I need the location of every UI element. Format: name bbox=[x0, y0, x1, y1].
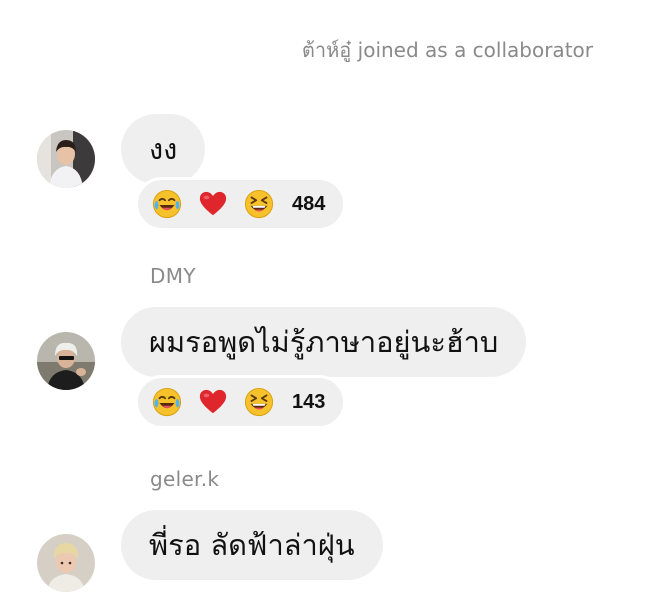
reactions-bar-2[interactable]: 143 bbox=[135, 375, 347, 429]
laughing-tears-emoji-icon bbox=[152, 189, 182, 219]
collaborator-joined-notice: ต้าห์อู๋ joined as a collaborator bbox=[301, 38, 593, 62]
red-heart-emoji-icon bbox=[198, 387, 228, 417]
comment-text-1: งง bbox=[149, 132, 178, 166]
user-avatar-3[interactable] bbox=[37, 534, 95, 592]
user-avatar-2[interactable] bbox=[37, 332, 95, 390]
comment-text-2: ผมรอพูดไม่รู้ภาษาอยู่นะฮ้าบ bbox=[149, 325, 499, 359]
reaction-count-2: 143 bbox=[292, 390, 326, 413]
red-heart-emoji-icon bbox=[198, 189, 228, 219]
sender-name-2: DMY bbox=[150, 264, 196, 288]
grinning-squinting-emoji-icon bbox=[244, 189, 274, 219]
user-avatar-1[interactable] bbox=[37, 130, 95, 188]
sender-name-3: geler.k bbox=[150, 467, 220, 491]
grinning-squinting-emoji-icon bbox=[244, 387, 274, 417]
laughing-tears-emoji-icon bbox=[152, 387, 182, 417]
comment-bubble-2[interactable]: ผมรอพูดไม่รู้ภาษาอยู่นะฮ้าบ bbox=[121, 307, 527, 377]
reaction-count-1: 484 bbox=[292, 192, 326, 215]
reactions-bar-1[interactable]: 484 bbox=[135, 177, 347, 231]
comment-bubble-3[interactable]: พี่รอ ลัดฟ้าล่าฝุ่น bbox=[121, 510, 383, 580]
comment-bubble-1[interactable]: งง bbox=[121, 114, 206, 184]
comment-text-3: พี่รอ ลัดฟ้าล่าฝุ่น bbox=[149, 528, 355, 562]
